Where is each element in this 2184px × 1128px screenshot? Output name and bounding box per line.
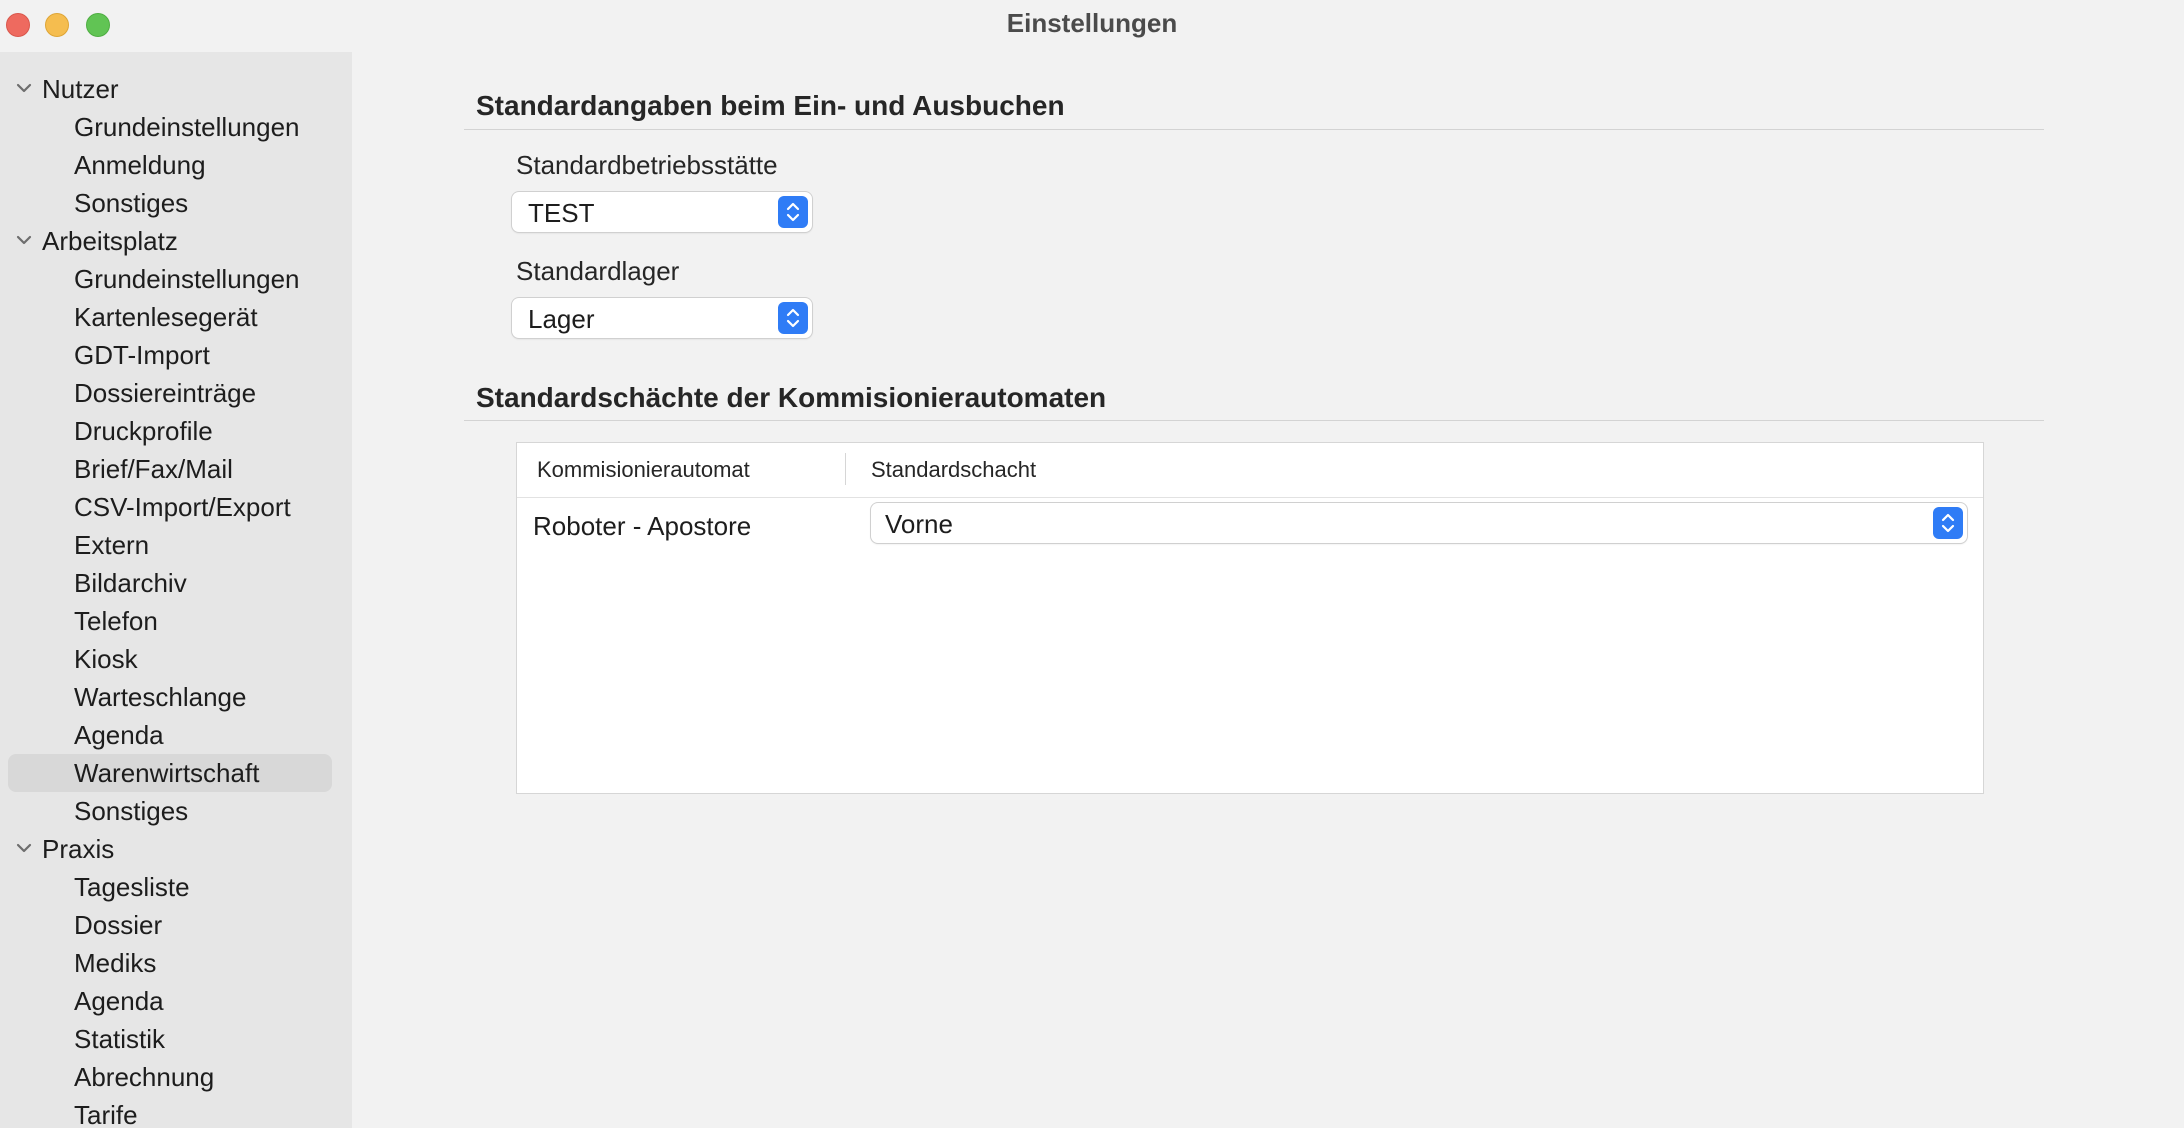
sidebar-item-label: Kartenlesegerät bbox=[74, 302, 258, 332]
sidebar: Nutzer Grundeinstellungen Anmeldung Sons… bbox=[0, 52, 352, 1128]
table-cell-automat: Roboter - Apostore bbox=[533, 511, 752, 541]
popup-stepper-icon[interactable] bbox=[778, 196, 808, 228]
sidebar-item-arbeitsplatz-sonstiges[interactable]: Sonstiges bbox=[8, 792, 332, 830]
chevron-down-icon[interactable] bbox=[14, 78, 34, 98]
sidebar-item-label: Sonstiges bbox=[74, 188, 189, 218]
window-title: Einstellungen bbox=[1006, 8, 1178, 38]
standardschacht-select[interactable]: Vorne bbox=[871, 503, 1967, 543]
sidebar-item-tarife[interactable]: Tarife bbox=[8, 1096, 332, 1128]
chevron-down-icon[interactable] bbox=[14, 230, 34, 250]
sidebar-item-bildarchiv[interactable]: Bildarchiv bbox=[8, 564, 332, 602]
sidebar-item-label: Brief/Fax/Mail bbox=[74, 454, 233, 484]
popup-stepper-icon[interactable] bbox=[778, 302, 808, 334]
standardbetriebsstaette-label: Standardbetriebsstätte bbox=[516, 150, 778, 180]
sidebar-item-label: Anmeldung bbox=[74, 150, 206, 180]
standardlager-value: Lager bbox=[528, 304, 595, 334]
sidebar-item-mediks[interactable]: Mediks bbox=[8, 944, 332, 982]
sidebar-item-label: Sonstiges bbox=[74, 796, 189, 826]
sidebar-item-nutzer-anmeldung[interactable]: Anmeldung bbox=[8, 146, 332, 184]
sidebar-item-label: Statistik bbox=[74, 1024, 166, 1054]
sidebar-item-label: GDT-Import bbox=[74, 340, 210, 370]
sidebar-item-label: Warteschlange bbox=[74, 682, 247, 712]
settings-content: Standardangaben beim Ein- und Ausbuchen … bbox=[352, 52, 2184, 1128]
sidebar-item-label: Dossier bbox=[74, 910, 163, 940]
sidebar-item-kiosk[interactable]: Kiosk bbox=[8, 640, 332, 678]
sidebar-item-label: Telefon bbox=[74, 606, 158, 636]
standardbetriebsstaette-value: TEST bbox=[528, 198, 595, 228]
section-title-ein-ausbuchen: Standardangaben beim Ein- und Ausbuchen bbox=[476, 90, 1065, 121]
sidebar-item-label: Extern bbox=[74, 530, 150, 560]
sidebar-item-druckprofile[interactable]: Druckprofile bbox=[8, 412, 332, 450]
table-header-divider bbox=[517, 497, 1983, 498]
sidebar-group-label: Praxis bbox=[42, 834, 115, 864]
section-divider bbox=[464, 420, 2044, 421]
standardlager-select[interactable]: Lager bbox=[512, 298, 812, 338]
sidebar-item-label: Agenda bbox=[74, 986, 164, 1016]
sidebar-item-csv-import-export[interactable]: CSV-Import/Export bbox=[8, 488, 332, 526]
sidebar-item-label: Kiosk bbox=[74, 644, 138, 674]
title-bar: Einstellungen bbox=[0, 0, 2184, 48]
column-header-kommisionierautomat[interactable]: Kommisionierautomat bbox=[537, 457, 750, 483]
sidebar-item-praxis-agenda[interactable]: Agenda bbox=[8, 982, 332, 1020]
standardschacht-value: Vorne bbox=[885, 509, 953, 539]
sidebar-item-warenwirtschaft[interactable]: Warenwirtschaft bbox=[8, 754, 332, 792]
column-separator[interactable] bbox=[845, 453, 846, 485]
sidebar-item-nutzer-grundeinstellungen[interactable]: Grundeinstellungen bbox=[8, 108, 332, 146]
sidebar-item-arbeitsplatz-agenda[interactable]: Agenda bbox=[8, 716, 332, 754]
kommisionierautomaten-table: Kommisionierautomat Standardschacht Robo… bbox=[516, 442, 1984, 794]
standardbetriebsstaette-select[interactable]: TEST bbox=[512, 192, 812, 232]
sidebar-item-label: Tagesliste bbox=[74, 872, 190, 902]
sidebar-item-label: Bildarchiv bbox=[74, 568, 187, 598]
section-title-kommisionierautomaten: Standardschächte der Kommisionierautomat… bbox=[476, 382, 1107, 413]
sidebar-item-brief-fax-mail[interactable]: Brief/Fax/Mail bbox=[8, 450, 332, 488]
sidebar-item-gdt-import[interactable]: GDT-Import bbox=[8, 336, 332, 374]
sidebar-item-telefon[interactable]: Telefon bbox=[8, 602, 332, 640]
sidebar-item-label: Warenwirtschaft bbox=[74, 758, 260, 788]
sidebar-item-label: Dossiereinträge bbox=[74, 378, 257, 408]
sidebar-item-label: Abrechnung bbox=[74, 1062, 215, 1092]
sidebar-item-dossiereintraege[interactable]: Dossiereinträge bbox=[8, 374, 332, 412]
popup-stepper-icon[interactable] bbox=[1933, 507, 1963, 539]
sidebar-item-label: Grundeinstellungen bbox=[74, 264, 300, 294]
section-divider bbox=[464, 129, 2044, 130]
standardlager-label: Standardlager bbox=[516, 256, 680, 286]
sidebar-item-label: Druckprofile bbox=[74, 416, 213, 446]
sidebar-group-label: Nutzer bbox=[42, 74, 119, 104]
sidebar-item-nutzer-sonstiges[interactable]: Sonstiges bbox=[8, 184, 332, 222]
sidebar-item-warteschlange[interactable]: Warteschlange bbox=[8, 678, 332, 716]
sidebar-group-label: Arbeitsplatz bbox=[42, 226, 178, 256]
sidebar-item-dossier[interactable]: Dossier bbox=[8, 906, 332, 944]
sidebar-item-arbeitsplatz-grundeinstellungen[interactable]: Grundeinstellungen bbox=[8, 260, 332, 298]
sidebar-item-label: Agenda bbox=[74, 720, 164, 750]
sidebar-item-label: Mediks bbox=[74, 948, 157, 978]
sidebar-item-label: Grundeinstellungen bbox=[74, 112, 300, 142]
sidebar-item-tagesliste[interactable]: Tagesliste bbox=[8, 868, 332, 906]
sidebar-item-extern[interactable]: Extern bbox=[8, 526, 332, 564]
sidebar-item-label: Tarife bbox=[74, 1100, 138, 1128]
column-separator[interactable] bbox=[1983, 453, 1984, 485]
sidebar-item-kartenlesegeraet[interactable]: Kartenlesegerät bbox=[8, 298, 332, 336]
column-header-standardschacht[interactable]: Standardschacht bbox=[871, 457, 1036, 483]
sidebar-item-abrechnung[interactable]: Abrechnung bbox=[8, 1058, 332, 1096]
sidebar-item-label: CSV-Import/Export bbox=[74, 492, 291, 522]
sidebar-item-statistik[interactable]: Statistik bbox=[8, 1020, 332, 1058]
chevron-down-icon[interactable] bbox=[14, 838, 34, 858]
